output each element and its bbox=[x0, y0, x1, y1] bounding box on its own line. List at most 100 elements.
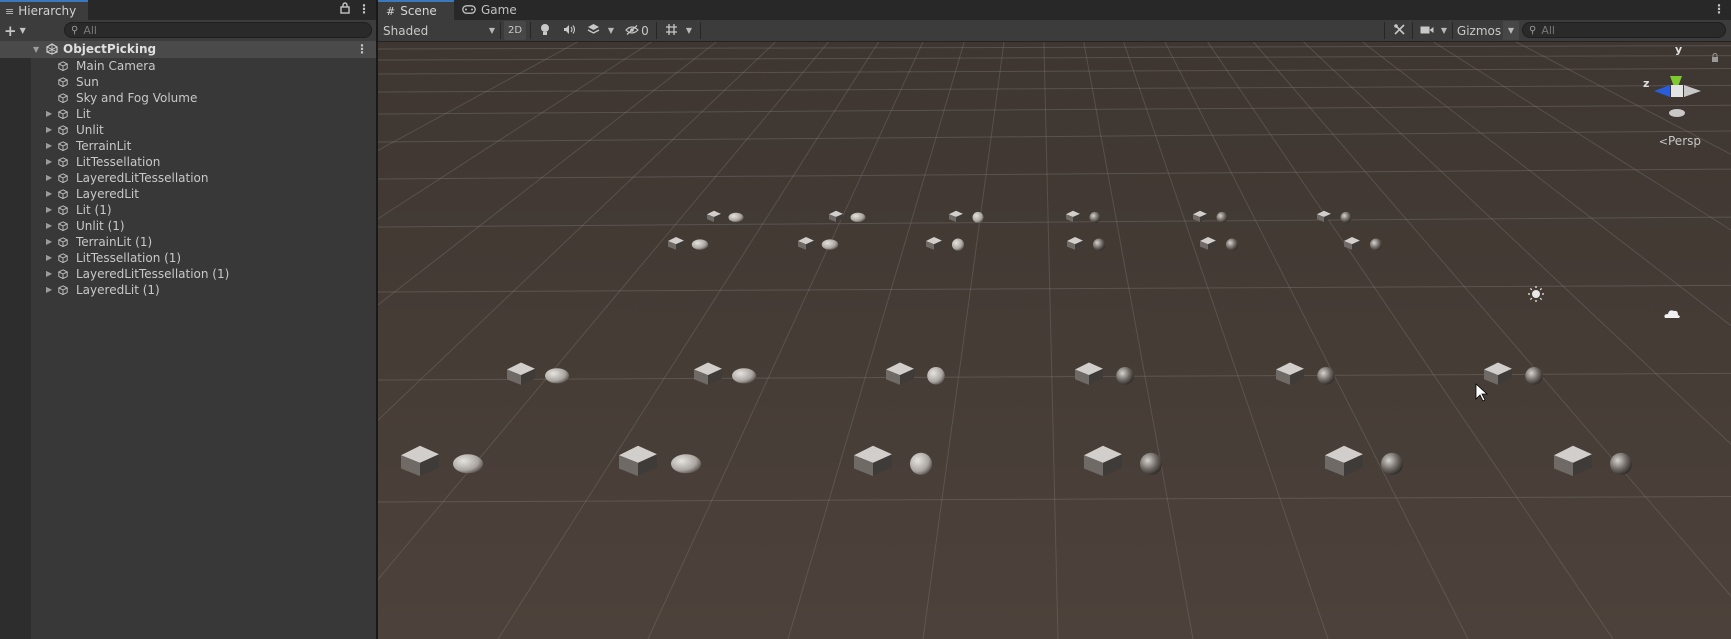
toolbar-divider bbox=[656, 22, 657, 39]
gizmos-button[interactable]: Gizmos bbox=[1455, 21, 1503, 40]
hierarchy-item-label: TerrainLit bbox=[76, 139, 132, 153]
tab-game[interactable]: Game bbox=[454, 0, 524, 20]
scene-root-row[interactable]: ▼ ObjectPicking ⋮ bbox=[0, 41, 376, 58]
expand-arrow-icon[interactable]: ▶ bbox=[46, 250, 52, 266]
hierarchy-item[interactable]: ▶ TerrainLit (1) bbox=[0, 234, 376, 250]
sphere-object[interactable] bbox=[972, 211, 984, 223]
scene-panel: # Scene Game ⋮ Shaded ▼ 2D ▼ 0 ▼ ▼ Gizmo… bbox=[378, 0, 1731, 639]
hierarchy-list-icon: ≡ bbox=[5, 4, 15, 18]
toolbar-divider bbox=[1384, 22, 1385, 39]
grid-dropdown-button[interactable]: ▼ bbox=[682, 21, 696, 40]
gameobject-cube-icon bbox=[58, 205, 68, 215]
create-button[interactable]: + ▼ bbox=[4, 22, 30, 40]
hidden-objects-toggle-button[interactable]: 0 bbox=[622, 21, 652, 40]
scene-viewport[interactable]: y z <Persp bbox=[378, 42, 1731, 639]
expand-arrow-icon[interactable]: ▶ bbox=[46, 266, 52, 282]
expand-arrow-icon[interactable]: ▶ bbox=[46, 106, 52, 122]
grid-toggle-button[interactable] bbox=[660, 21, 682, 40]
camera-settings-button[interactable] bbox=[1416, 21, 1438, 40]
expand-arrow-icon[interactable]: ▶ bbox=[46, 218, 52, 234]
tab-hierarchy[interactable]: ≡ Hierarchy bbox=[0, 0, 88, 20]
effects-dropdown-button[interactable]: ▼ bbox=[604, 21, 618, 40]
sphere-object[interactable] bbox=[927, 367, 945, 385]
sphere-object[interactable] bbox=[1225, 238, 1239, 251]
2d-toggle-button[interactable]: 2D bbox=[504, 21, 526, 40]
hierarchy-item[interactable]: ▶ LayeredLit bbox=[0, 186, 376, 202]
hierarchy-item[interactable]: ▶ LayeredLitTessellation bbox=[0, 170, 376, 186]
draw-mode-dropdown[interactable]: Shaded ▼ bbox=[380, 21, 498, 40]
lighting-toggle-button[interactable] bbox=[534, 21, 556, 40]
sphere-object[interactable] bbox=[821, 239, 839, 250]
sphere-object[interactable] bbox=[1317, 367, 1335, 385]
toolbar-divider bbox=[1412, 22, 1413, 39]
tab-scene[interactable]: # Scene bbox=[378, 0, 454, 20]
expand-arrow-icon[interactable]: ▶ bbox=[46, 282, 52, 298]
kebab-menu-icon[interactable]: ⋮ bbox=[358, 2, 370, 17]
camera-dropdown-button[interactable]: ▼ bbox=[1438, 21, 1450, 40]
expand-arrow-icon[interactable]: ▶ bbox=[46, 234, 52, 250]
sphere-object[interactable] bbox=[1525, 367, 1543, 385]
sphere-object[interactable] bbox=[691, 239, 709, 250]
gameobject-cube-icon bbox=[58, 61, 68, 71]
sphere-object[interactable] bbox=[850, 212, 866, 223]
effects-toggle-button[interactable] bbox=[582, 21, 604, 40]
sphere-object[interactable] bbox=[671, 454, 701, 474]
expand-arrow-icon[interactable]: ▶ bbox=[46, 122, 52, 138]
hierarchy-item[interactable]: ▶ LitTessellation (1) bbox=[0, 250, 376, 266]
tools-button[interactable] bbox=[1388, 21, 1410, 40]
projection-toggle[interactable]: <Persp bbox=[1659, 134, 1701, 148]
hierarchy-item[interactable]: ▶ Lit (1) bbox=[0, 202, 376, 218]
sphere-object[interactable] bbox=[1092, 238, 1106, 251]
expand-arrow-icon[interactable]: ▶ bbox=[46, 138, 52, 154]
2d-label: 2D bbox=[507, 25, 523, 36]
sphere-object[interactable] bbox=[732, 368, 756, 384]
hierarchy-item[interactable]: Main Camera bbox=[0, 58, 376, 74]
axis-y-neg-cone[interactable] bbox=[1669, 109, 1685, 117]
hierarchy-item[interactable]: ▶ LitTessellation bbox=[0, 154, 376, 170]
grid-icon: # bbox=[386, 4, 396, 18]
sphere-object[interactable] bbox=[1340, 211, 1352, 223]
sphere-object[interactable] bbox=[1610, 452, 1632, 475]
scene-menu-icon[interactable]: ⋮ bbox=[356, 41, 368, 58]
expand-arrow-icon[interactable]: ▶ bbox=[46, 170, 52, 186]
gizmos-label: Gizmos bbox=[1456, 23, 1502, 38]
sphere-object[interactable] bbox=[545, 368, 569, 384]
toolbar-divider bbox=[700, 22, 701, 39]
audio-toggle-button[interactable] bbox=[558, 21, 580, 40]
expand-arrow-icon[interactable]: ▶ bbox=[46, 154, 52, 170]
sphere-object[interactable] bbox=[1381, 452, 1403, 475]
hierarchy-item-label: Sun bbox=[76, 75, 99, 89]
gameobject-cube-icon bbox=[58, 189, 68, 199]
hierarchy-item[interactable]: Sun bbox=[0, 74, 376, 90]
sphere-object[interactable] bbox=[1369, 238, 1383, 251]
sphere-object[interactable] bbox=[1216, 211, 1228, 223]
gameobject-cube-icon bbox=[58, 237, 68, 247]
sphere-object[interactable] bbox=[951, 238, 965, 251]
lock-icon[interactable] bbox=[340, 2, 350, 17]
hierarchy-item[interactable]: ▶ LayeredLitTessellation (1) bbox=[0, 266, 376, 282]
sphere-object[interactable] bbox=[1089, 211, 1101, 223]
sphere-object[interactable] bbox=[728, 212, 744, 223]
hierarchy-item[interactable]: ▶ Unlit (1) bbox=[0, 218, 376, 234]
hierarchy-item[interactable]: ▶ LayeredLit (1) bbox=[0, 282, 376, 298]
scene-render[interactable]: y z bbox=[378, 42, 1731, 639]
sphere-object[interactable] bbox=[1116, 367, 1134, 385]
camera-icon bbox=[1420, 24, 1434, 38]
expand-arrow-icon[interactable]: ▶ bbox=[46, 186, 52, 202]
hierarchy-item[interactable]: ▶ Lit bbox=[0, 106, 376, 122]
hierarchy-item[interactable]: Sky and Fog Volume bbox=[0, 90, 376, 106]
hierarchy-item[interactable]: ▶ TerrainLit bbox=[0, 138, 376, 154]
expand-arrow-icon[interactable]: ▼ bbox=[33, 41, 39, 58]
scene-search-input[interactable]: ⚲ All bbox=[1522, 22, 1726, 38]
hierarchy-search-input[interactable]: ⚲ All bbox=[64, 22, 372, 38]
gizmos-dropdown-button[interactable]: ▼ bbox=[1503, 21, 1519, 40]
hierarchy-item-label: Lit (1) bbox=[76, 203, 112, 217]
sphere-object[interactable] bbox=[1140, 452, 1162, 475]
sphere-object[interactable] bbox=[453, 454, 483, 474]
hierarchy-item[interactable]: ▶ Unlit bbox=[0, 122, 376, 138]
expand-arrow-icon[interactable]: ▶ bbox=[46, 202, 52, 218]
gizmo-center-cube[interactable] bbox=[1671, 85, 1683, 97]
sphere-object[interactable] bbox=[910, 452, 932, 475]
scene-kebab-menu-icon[interactable]: ⋮ bbox=[1713, 2, 1725, 16]
gameobject-cube-icon bbox=[58, 173, 68, 183]
